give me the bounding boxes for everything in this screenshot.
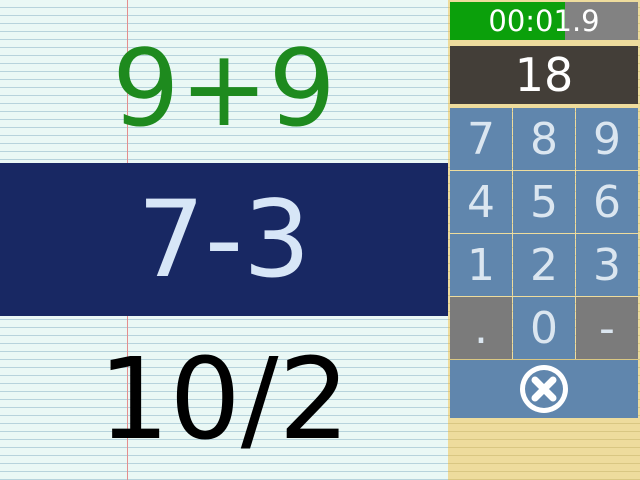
answer-display: 18 xyxy=(450,46,638,104)
control-panel: 00:01.9 18 7 8 9 4 5 6 1 2 3 . 0 - xyxy=(448,0,640,480)
key-9[interactable]: 9 xyxy=(576,108,638,170)
current-problem-text: 7-3 xyxy=(137,177,311,301)
keypad-row: 7 8 9 xyxy=(450,108,638,171)
worksheet-paper: 9+9 7-3 10/2 xyxy=(0,0,448,480)
key-2[interactable]: 2 xyxy=(513,234,575,296)
key-decimal[interactable]: . xyxy=(450,297,512,359)
keypad-row: 1 2 3 xyxy=(450,234,638,297)
key-0[interactable]: 0 xyxy=(513,297,575,359)
keypad-row: 4 5 6 xyxy=(450,171,638,234)
next-problem: 10/2 xyxy=(0,338,448,462)
key-4[interactable]: 4 xyxy=(450,171,512,233)
key-minus[interactable]: - xyxy=(576,297,638,359)
key-8[interactable]: 8 xyxy=(513,108,575,170)
clear-circle-x-icon xyxy=(520,365,568,413)
key-7[interactable]: 7 xyxy=(450,108,512,170)
keypad-row: . 0 - xyxy=(450,297,638,360)
key-3[interactable]: 3 xyxy=(576,234,638,296)
next-problem-text: 10/2 xyxy=(98,335,350,465)
timer-text: 00:01.9 xyxy=(488,4,600,38)
clear-button[interactable] xyxy=(450,360,638,418)
previous-problem: 9+9 xyxy=(0,30,448,148)
key-1[interactable]: 1 xyxy=(450,234,512,296)
key-5[interactable]: 5 xyxy=(513,171,575,233)
keypad: 7 8 9 4 5 6 1 2 3 . 0 - xyxy=(450,108,638,418)
previous-problem-text: 9+9 xyxy=(112,27,336,150)
timer: 00:01.9 xyxy=(450,2,638,40)
current-problem: 7-3 xyxy=(0,163,448,316)
key-6[interactable]: 6 xyxy=(576,171,638,233)
